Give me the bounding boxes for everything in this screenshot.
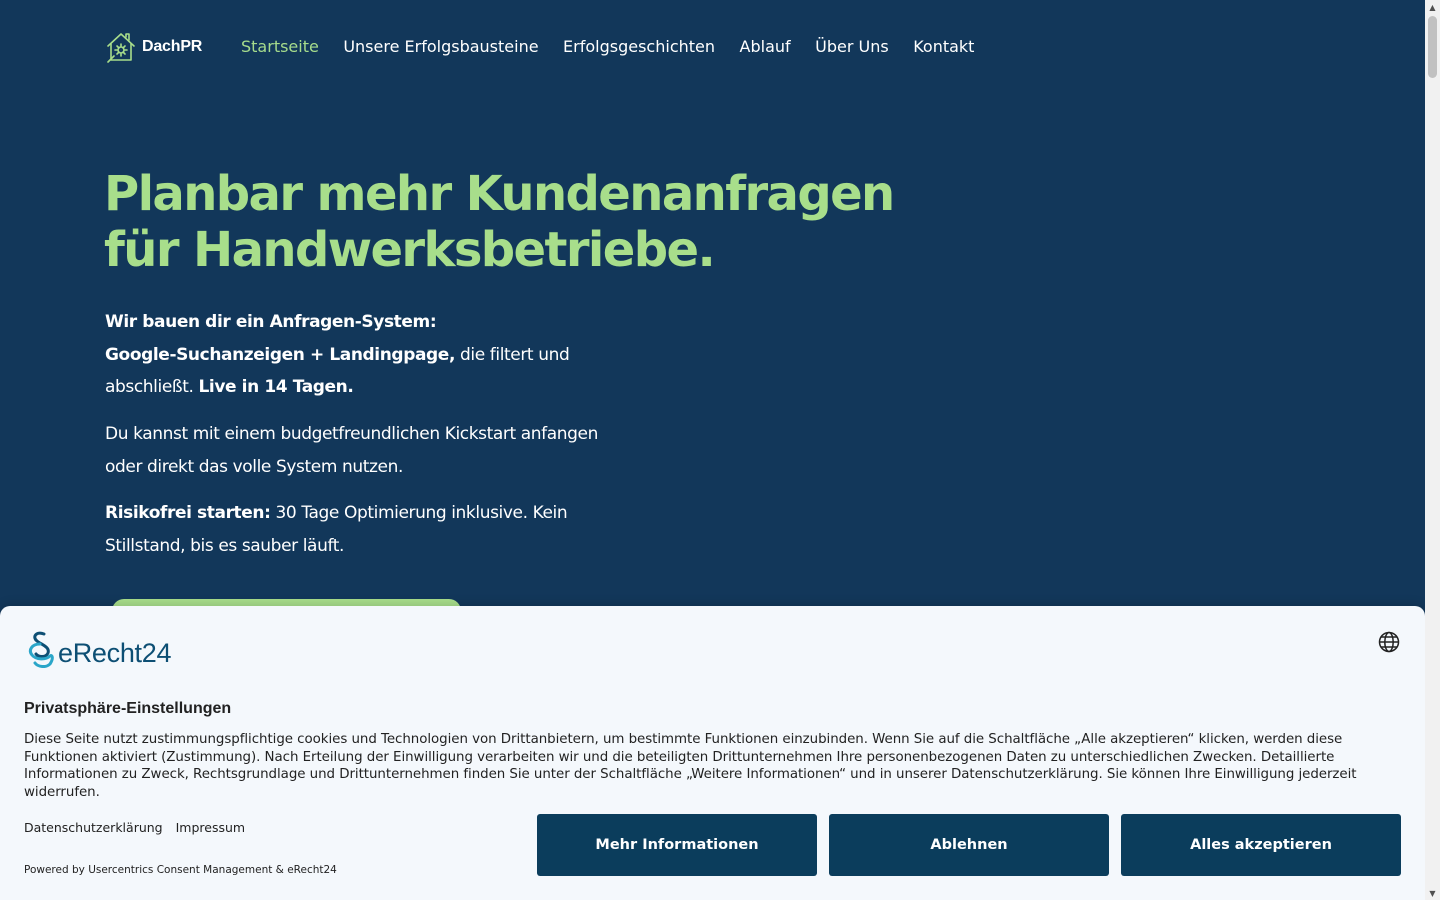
page-scrollbar[interactable]: ▲ ▼ — [1425, 0, 1440, 900]
hero-title-line1: Planbar mehr Kundenanfragen — [104, 166, 895, 222]
main-nav: Startseite Unsere Erfolgsbausteine Erfol… — [241, 36, 974, 58]
hero-kickstart: Du kannst mit einem budgetfreundlichen K… — [105, 424, 598, 477]
nav-kontakt[interactable]: Kontakt — [913, 36, 974, 58]
scrollbar-thumb[interactable] — [1428, 16, 1437, 78]
consent-text: Diese Seite nutzt zustimmungspflichtige … — [24, 732, 1357, 801]
page: DachPR Startseite Unsere Erfolgsbaustein… — [0, 0, 1425, 900]
erecht24-logo: eRecht24 — [24, 630, 171, 668]
logo-text: DachPR — [142, 38, 203, 55]
imprint-link[interactable]: Impressum — [176, 820, 245, 835]
erecht24-text: eRecht24 — [58, 638, 172, 668]
privacy-policy-link[interactable]: Datenschutzerklärung — [24, 820, 163, 835]
more-info-button[interactable]: Mehr Informationen — [537, 814, 817, 876]
paragraph-icon — [28, 631, 54, 668]
nav-ablauf[interactable]: Ablauf — [740, 36, 791, 58]
hero-title-line2: für Handwerksbetriebe. — [104, 222, 716, 278]
consent-links: Datenschutzerklärung Impressum — [24, 820, 245, 835]
hero-intro-strong2: Google-Suchanzeigen + Landingpage, — [105, 344, 455, 365]
globe-icon[interactable] — [1378, 631, 1400, 653]
nav-erfolgsbausteine[interactable]: Unsere Erfolgsbausteine — [343, 36, 538, 58]
powered-by-text: Powered by Usercentrics Consent Manageme… — [24, 864, 337, 876]
house-icon — [107, 33, 135, 63]
nav-erfolgsgeschichten[interactable]: Erfolgsgeschichten — [563, 36, 715, 58]
nav-startseite[interactable]: Startseite — [241, 36, 319, 58]
nav-ueber-uns[interactable]: Über Uns — [815, 36, 889, 58]
hero-risk-free: Risikofrei starten: 30 Tage Optimierung … — [105, 497, 635, 562]
hero-title: Planbar mehr Kundenanfragen für Handwerk… — [104, 166, 904, 278]
consent-title: Privatsphäre-Einstellungen — [24, 700, 232, 717]
hero-risk-free-strong: Risikofrei starten: — [105, 503, 271, 523]
consent-banner: eRecht24 Privatsphäre-Einstellungen Dies… — [0, 606, 1425, 900]
hero-intro-strong1: Wir bauen dir ein Anfragen-System: — [105, 312, 437, 332]
reject-button[interactable]: Ablehnen — [829, 814, 1109, 876]
hero-intro-strong3: Live in 14 Tagen. — [198, 377, 354, 397]
hero-intro: Wir bauen dir ein Anfragen-System: Googl… — [105, 306, 635, 404]
accept-all-button[interactable]: Alles akzeptieren — [1121, 814, 1401, 876]
site-logo[interactable]: DachPR — [106, 31, 202, 63]
scroll-down-arrow-icon[interactable]: ▼ — [1425, 886, 1440, 900]
scroll-up-arrow-icon[interactable]: ▲ — [1425, 0, 1440, 14]
